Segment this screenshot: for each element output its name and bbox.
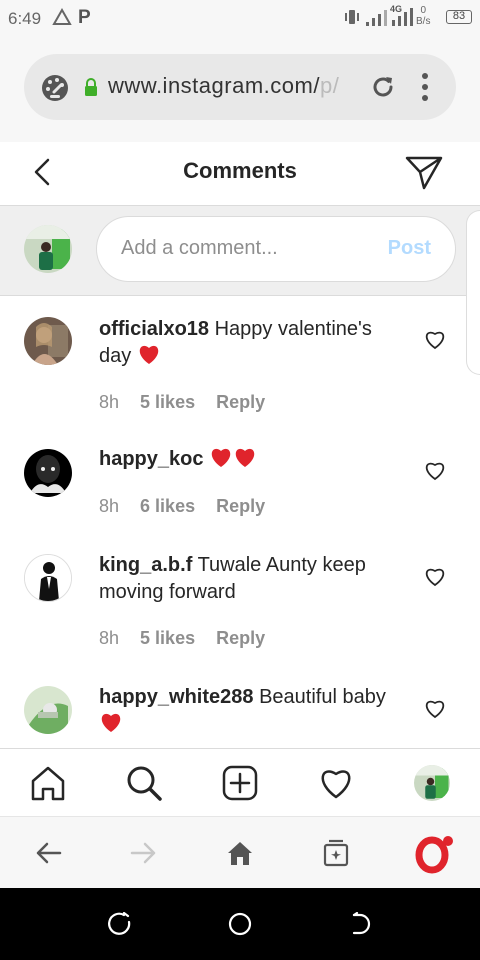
avatar[interactable]: [24, 686, 72, 734]
more-menu-icon[interactable]: [420, 72, 430, 102]
comment-username[interactable]: happy_koc: [99, 448, 203, 470]
list-item: king_a.b.f Tuwale Aunty keep moving forw…: [0, 532, 480, 664]
like-heart-icon[interactable]: [424, 699, 446, 719]
reply-button[interactable]: Reply: [216, 392, 265, 412]
tabs-icon[interactable]: [322, 839, 350, 867]
comment-username[interactable]: happy_white288: [99, 686, 254, 708]
url-main: www.instagram.com/: [108, 73, 320, 98]
avatar[interactable]: [24, 317, 72, 365]
comment-time: 8h: [99, 628, 120, 648]
red-heart-emoji-icon: [101, 713, 121, 732]
red-heart-emoji-icon: [211, 448, 231, 467]
lock-icon: [85, 78, 97, 96]
browser-bottom-nav: [0, 816, 480, 888]
comments-header: Comments: [0, 142, 480, 206]
url-bar[interactable]: www.instagram.com/p/: [24, 54, 456, 120]
warning-triangle-icon: [52, 8, 72, 25]
comment-body: Beautiful baby: [259, 686, 386, 708]
comment-input[interactable]: Add a comment... Post: [96, 216, 456, 282]
home-icon[interactable]: [30, 765, 66, 801]
red-heart-emoji-icon: [139, 345, 159, 364]
comment-meta: 8h 5 likes Reply: [99, 628, 281, 649]
reload-icon[interactable]: [370, 74, 396, 100]
back-icon[interactable]: [348, 912, 372, 936]
status-time: 6:49: [8, 9, 42, 28]
avatar[interactable]: [24, 449, 72, 497]
post-button[interactable]: Post: [388, 237, 431, 260]
battery-indicator: 83: [446, 10, 472, 24]
home-circle-icon[interactable]: [228, 912, 252, 936]
new-post-icon[interactable]: [222, 765, 258, 801]
back-arrow-icon[interactable]: [34, 839, 62, 867]
comment-text: happy_koc: [99, 446, 399, 473]
url-text[interactable]: www.instagram.com/p/: [108, 73, 356, 99]
instagram-bottom-nav: [0, 748, 480, 816]
direct-send-icon[interactable]: [404, 152, 444, 192]
comment-text: officialxo18 Happy valentine's day: [99, 316, 399, 370]
comment-username[interactable]: officialxo18: [99, 318, 209, 340]
net-rate-unit: B/s: [416, 16, 431, 27]
recents-icon[interactable]: [108, 912, 132, 936]
comment-composer: Add a comment... Post: [0, 206, 480, 296]
comment-text: happy_white288 Beautiful baby: [99, 684, 399, 738]
forward-arrow-icon[interactable]: [130, 839, 158, 867]
comment-username[interactable]: king_a.b.f: [99, 554, 192, 576]
profile-avatar[interactable]: [414, 765, 450, 801]
net-rate-value: 0: [420, 5, 426, 16]
comment-input-placeholder: Add a comment...: [121, 237, 278, 259]
like-heart-icon[interactable]: [424, 330, 446, 350]
parking-icon: P: [78, 7, 91, 28]
comment-time: 8h: [99, 496, 120, 516]
avatar: [24, 225, 72, 273]
comment-likes[interactable]: 6 likes: [140, 496, 195, 516]
comment-meta: 8h 6 likes Reply: [99, 496, 281, 517]
like-heart-icon[interactable]: [424, 461, 446, 481]
comment-time: 8h: [99, 392, 120, 412]
comment-likes[interactable]: 5 likes: [140, 392, 195, 412]
network-rate: 0 B/s: [416, 5, 430, 27]
search-icon[interactable]: [126, 765, 162, 801]
opera-menu-icon[interactable]: [414, 835, 454, 875]
reply-button[interactable]: Reply: [216, 628, 265, 648]
android-nav-bar: [0, 888, 480, 960]
comment-likes[interactable]: 5 likes: [140, 628, 195, 648]
speedometer-icon[interactable]: [40, 72, 70, 102]
list-item: happy_koc 8h 6 likes Reply: [0, 426, 480, 532]
status-bar: 6:49 P 4G 0 B/s 83: [0, 0, 480, 36]
reply-button[interactable]: Reply: [216, 496, 265, 516]
browser-toolbar: www.instagram.com/p/: [0, 36, 480, 142]
activity-heart-icon[interactable]: [318, 765, 354, 801]
avatar[interactable]: [24, 554, 72, 602]
url-faded: p/: [319, 73, 340, 98]
signal-icon-2: [392, 8, 413, 26]
like-heart-icon[interactable]: [424, 567, 446, 587]
home-icon[interactable]: [226, 839, 254, 867]
vibrate-icon: [345, 10, 359, 24]
list-item: officialxo18 Happy valentine's day 8h 5 …: [0, 296, 480, 426]
comment-meta: 8h 5 likes Reply: [99, 392, 281, 413]
comment-text: king_a.b.f Tuwale Aunty keep moving forw…: [99, 552, 399, 606]
red-heart-emoji-icon: [235, 448, 255, 467]
list-item: happy_white288 Beautiful baby: [0, 664, 480, 748]
